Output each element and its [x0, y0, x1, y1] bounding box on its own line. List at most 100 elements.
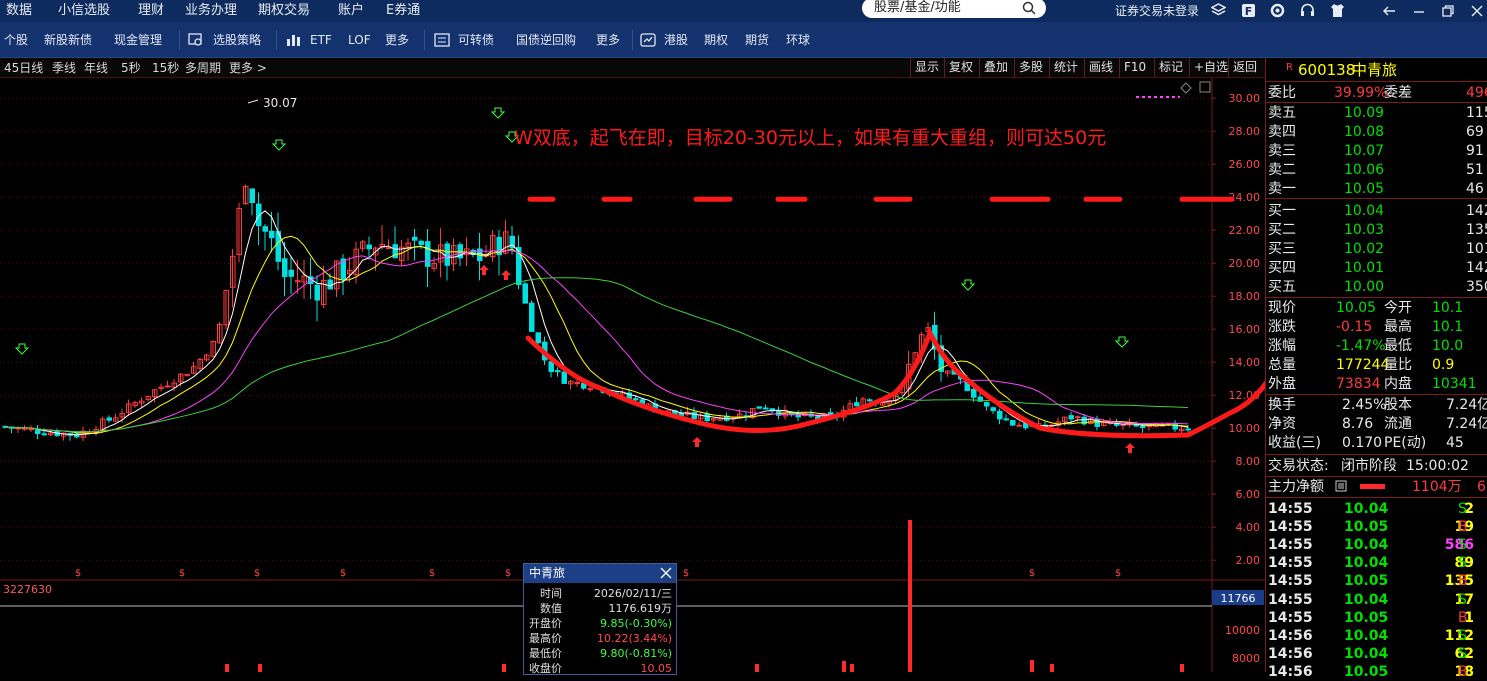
stat-value: 10.1 — [1432, 319, 1464, 335]
candle-body — [587, 388, 593, 391]
dividend-marker: $ — [254, 568, 260, 579]
weibi-label: 委比 — [1268, 85, 1296, 101]
tooltip-key: 收盘价 — [529, 662, 562, 675]
f10-button[interactable]: F10 — [1119, 58, 1150, 78]
chart-corner-button[interactable] — [1199, 81, 1211, 93]
toolbar-global[interactable]: 环球 — [786, 22, 810, 58]
statistics-button[interactable]: 统计 — [1049, 58, 1082, 78]
tick-time: 14:55 — [1268, 591, 1313, 608]
stat-value: 10.05 — [1336, 300, 1377, 316]
toolbar-hk-stock[interactable]: 港股 — [664, 22, 688, 58]
candle-body — [633, 398, 639, 401]
tick-price: 10.04 — [1344, 591, 1389, 608]
f10-icon[interactable]: F — [1241, 3, 1256, 18]
menu-item-finance[interactable]: 理财 — [138, 0, 164, 22]
bid-price: 10.01 — [1344, 260, 1385, 276]
back-arrow-icon[interactable] — [1382, 4, 1396, 18]
search-icon[interactable] — [1022, 1, 1036, 15]
ask-level-label: 卖四 — [1268, 124, 1296, 140]
tab-5-second[interactable]: 5秒 — [121, 58, 141, 78]
tooltip-header: 中青旅 — [524, 564, 676, 583]
tab-quarter[interactable]: 季线 — [52, 58, 76, 78]
diamond-icon[interactable] — [1180, 82, 1192, 94]
candle-body — [41, 433, 47, 436]
menu-item-business[interactable]: 业务办理 — [185, 0, 237, 22]
menu-item-stock-picker[interactable]: 小信选股 — [58, 0, 110, 22]
tick-side: B — [1458, 573, 1468, 590]
menu-item-data[interactable]: 数据 — [6, 0, 32, 22]
bid-level-label: 买五 — [1268, 279, 1296, 295]
menu-item-options-trade[interactable]: 期权交易 — [258, 0, 310, 22]
restore-icon[interactable] — [1441, 4, 1455, 18]
tooltip-value: 2026/02/11/三 — [593, 587, 672, 600]
toolbar-new-stock-bond[interactable]: 新股新债 — [44, 22, 92, 58]
divider — [1266, 394, 1487, 395]
price-axis-label: 14.00 — [1229, 356, 1261, 369]
adjust-button[interactable]: 复权 — [944, 58, 977, 78]
return-button[interactable]: 返回 — [1228, 58, 1261, 78]
price-axis-label: 2.00 — [1236, 554, 1261, 567]
bid-level-label: 买三 — [1268, 241, 1296, 257]
toolbar-futures[interactable]: 期货 — [745, 22, 769, 58]
price-axis-label: 18.00 — [1229, 290, 1261, 303]
tab-45-day[interactable]: 45日线 — [4, 58, 43, 78]
mark-button[interactable]: 标记 — [1154, 58, 1187, 78]
login-status[interactable]: 证券交易未登录 — [1115, 0, 1199, 22]
candle-body — [1068, 415, 1074, 420]
layers-icon[interactable] — [1211, 3, 1226, 18]
tick-side: S — [1458, 645, 1467, 662]
draw-button[interactable]: 画线 — [1084, 58, 1117, 78]
menu-item-account[interactable]: 账户 — [338, 0, 364, 22]
bid-price: 10.03 — [1344, 222, 1385, 238]
red-up-arrow — [479, 265, 489, 275]
stat-label: 净资 — [1268, 416, 1296, 432]
dividend-marker: $ — [505, 568, 511, 579]
toolbar-individual-stock[interactable]: 个股 — [4, 22, 28, 58]
stat-value: 2.45% — [1342, 397, 1387, 413]
search-input[interactable]: 股票/基金/功能 — [862, 0, 1046, 18]
weibi-value: 39.99% — [1334, 85, 1388, 101]
tick-side: S — [1458, 591, 1467, 608]
display-button[interactable]: 显示 — [910, 58, 943, 78]
menu-bar: 数据 小信选股 理财 业务办理 期权交易 账户 E券通 股票/基金/功能 证券交… — [0, 0, 1487, 22]
toolbar-strategy[interactable]: 选股策略 — [213, 22, 261, 58]
tick-time: 14:56 — [1268, 645, 1313, 662]
volume-bar — [908, 520, 912, 672]
toolbar-cash-management[interactable]: 现金管理 — [114, 22, 162, 58]
settings-icon[interactable] — [1270, 3, 1285, 18]
toolbar-options[interactable]: 期权 — [704, 22, 728, 58]
tab-multi-period[interactable]: 多周期 — [185, 58, 221, 78]
price-axis-label: 22.00 — [1229, 224, 1261, 237]
toolbar-convertible-bond[interactable]: 可转债 — [458, 22, 494, 58]
tooltip-value: 10.05 — [640, 662, 673, 675]
overlay-button[interactable]: 叠加 — [979, 58, 1012, 78]
moving-averages — [4, 210, 1189, 436]
multi-stock-button[interactable]: 多股 — [1014, 58, 1047, 78]
candle-body — [106, 417, 112, 421]
red-up-arrow — [501, 270, 511, 280]
stat-label: 换手 — [1268, 397, 1296, 413]
high-label: 30.07 — [263, 96, 297, 110]
toolbar-more-1[interactable]: 更多 — [385, 22, 409, 58]
minimize-icon[interactable] — [1412, 4, 1426, 18]
add-watchlist-button[interactable]: +自选 — [1189, 58, 1232, 78]
tab-more[interactable]: 更多 > — [229, 58, 267, 78]
tab-15-second[interactable]: 15秒 — [152, 58, 179, 78]
toolbar-etf[interactable]: ETF — [310, 22, 332, 58]
svg-text:F: F — [1245, 5, 1253, 18]
menu-item-e-quan[interactable]: E券通 — [386, 0, 420, 22]
ask-level-label: 卖五 — [1268, 105, 1296, 121]
volume-bar — [850, 664, 854, 672]
dividend-marker: $ — [75, 568, 81, 579]
tooltip-close-icon[interactable] — [660, 567, 672, 579]
candle-body — [535, 332, 541, 344]
skin-icon[interactable] — [1330, 3, 1345, 18]
headset-icon[interactable] — [1300, 3, 1315, 18]
toolbar-lof[interactable]: LOF — [348, 22, 371, 58]
stat-value: 45 — [1446, 435, 1464, 451]
toolbar-more-2[interactable]: 更多 — [596, 22, 620, 58]
close-icon[interactable] — [1470, 4, 1484, 18]
list-icon[interactable] — [1335, 480, 1347, 492]
tab-year[interactable]: 年线 — [84, 58, 108, 78]
toolbar-reverse-repo[interactable]: 国债逆回购 — [516, 22, 576, 58]
